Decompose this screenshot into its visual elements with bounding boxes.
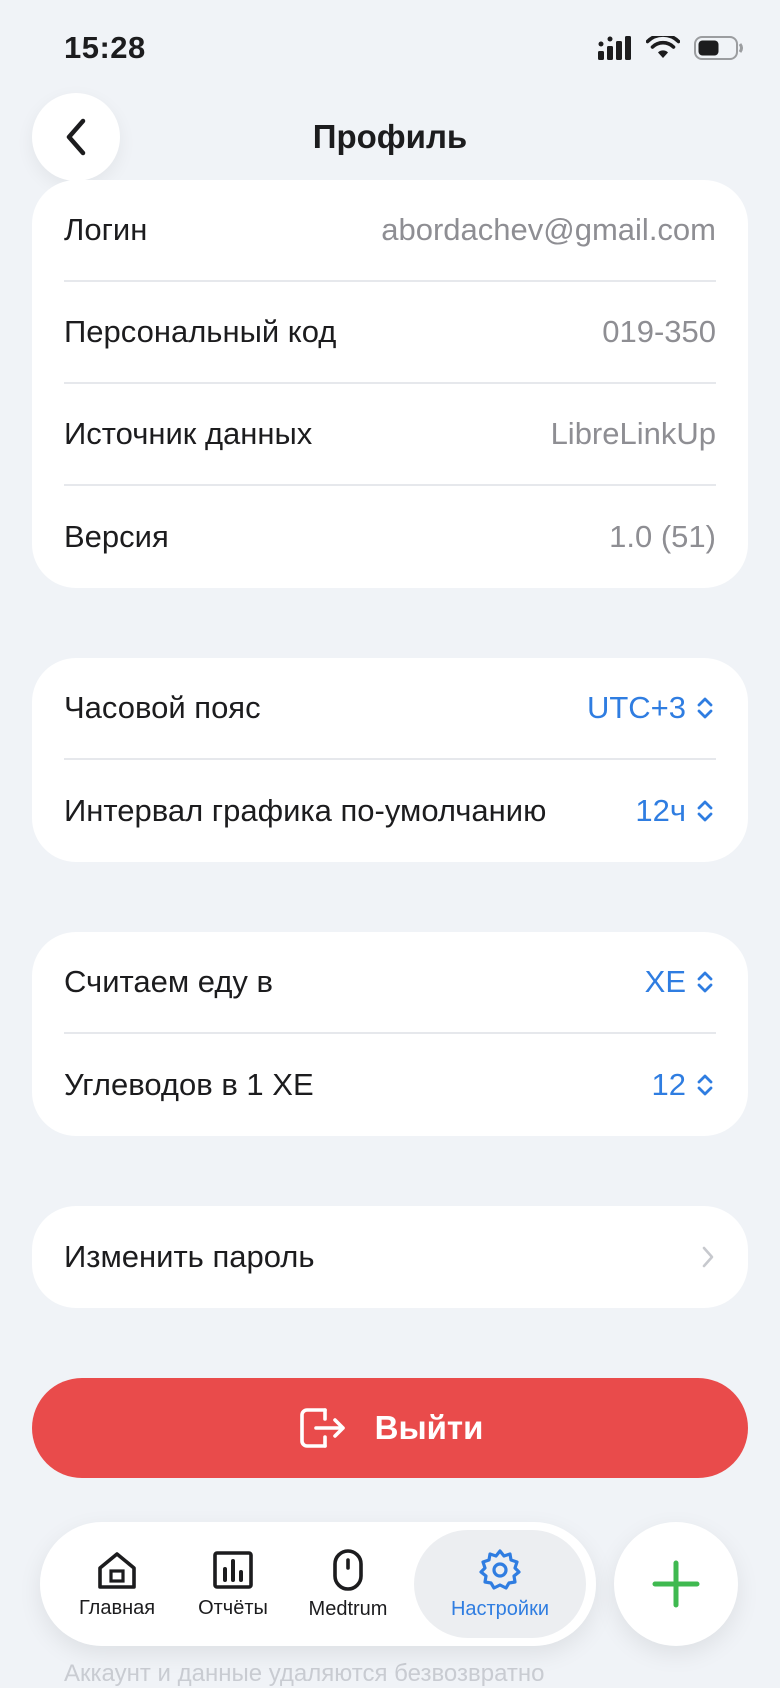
personal-code-row: Персональный код 019-350	[64, 282, 716, 384]
chart-icon	[213, 1550, 253, 1589]
chevron-up-down-icon	[697, 1074, 713, 1096]
tab-settings-label: Настройки	[450, 1597, 550, 1620]
data-source-value: LibreLinkUp	[550, 416, 716, 451]
gear-icon	[479, 1548, 521, 1590]
tab-medtrum-label: Medtrum	[308, 1597, 388, 1620]
delete-account-hint: Аккаунт и данные удаляются безвозвратно	[64, 1660, 545, 1687]
login-value: abordachev@gmail.com	[381, 212, 716, 247]
timezone-picker[interactable]: UTC+3	[587, 690, 716, 726]
chevron-up-down-icon	[697, 971, 713, 993]
chevron-up-down-icon	[697, 697, 713, 719]
personal-code-value: 019-350	[602, 314, 716, 349]
tab-bar: Главная Отчёты Medtrum Настройки	[40, 1522, 596, 1646]
carbs-per-unit-picker[interactable]: 12	[652, 1067, 716, 1103]
tab-home-label: Главная	[78, 1596, 156, 1619]
change-password-row[interactable]: Изменить пароль	[64, 1206, 716, 1308]
chart-interval-picker[interactable]: 12ч	[635, 793, 716, 829]
food-unit-picker[interactable]: ХЕ	[645, 964, 716, 1000]
tab-home[interactable]: Главная	[60, 1530, 174, 1638]
wifi-icon	[646, 36, 680, 58]
tab-reports[interactable]: Отчёты	[178, 1530, 288, 1638]
add-button[interactable]	[614, 1522, 738, 1646]
carbs-per-unit-row[interactable]: Углеводов в 1 ХЕ 12	[64, 1034, 716, 1136]
plus-icon	[652, 1560, 700, 1608]
carbs-per-unit-value: 12	[651, 1067, 686, 1102]
data-source-row: Источник данных LibreLinkUp	[64, 384, 716, 486]
version-label: Версия	[64, 519, 169, 554]
profile-screen: 15:28 Профиль Логин abordachev@gmail.com…	[0, 0, 780, 1688]
login-row: Логин abordachev@gmail.com	[64, 180, 716, 282]
tab-settings[interactable]: Настройки	[414, 1530, 586, 1638]
chevron-right-icon	[702, 1246, 714, 1268]
status-icons	[598, 36, 744, 60]
login-label: Логин	[64, 212, 148, 247]
chart-interval-value: 12ч	[635, 793, 686, 828]
carbs-per-unit-label: Углеводов в 1 ХЕ	[64, 1067, 314, 1102]
time-settings-card: Часовой пояс UTC+3 Интервал графика по-у…	[32, 658, 748, 862]
change-password-label: Изменить пароль	[64, 1239, 315, 1274]
status-bar: 15:28	[0, 0, 780, 100]
device-icon	[333, 1548, 363, 1591]
logout-icon	[299, 1408, 345, 1448]
page-title: Профиль	[312, 118, 468, 155]
personal-code-label: Персональный код	[64, 314, 337, 349]
food-unit-label: Считаем еду в	[64, 964, 273, 999]
tab-medtrum[interactable]: Medtrum	[292, 1530, 404, 1638]
account-info-card: Логин abordachev@gmail.com Персональный …	[32, 180, 748, 588]
home-icon	[98, 1551, 136, 1589]
version-value: 1.0 (51)	[609, 519, 716, 554]
tab-reports-label: Отчёты	[198, 1596, 268, 1619]
battery-icon	[694, 36, 743, 60]
chart-interval-label: Интервал графика по-умолчанию	[64, 793, 547, 828]
timezone-label: Часовой пояс	[64, 690, 261, 725]
data-source-label: Источник данных	[64, 416, 313, 451]
food-settings-card: Считаем еду в ХЕ Углеводов в 1 ХЕ 12	[32, 932, 748, 1136]
logout-button[interactable]: Выйти	[32, 1378, 748, 1478]
logout-label: Выйти	[374, 1409, 484, 1446]
timezone-row[interactable]: Часовой пояс UTC+3	[64, 658, 716, 760]
change-password-card[interactable]: Изменить пароль	[32, 1206, 748, 1308]
chevron-up-down-icon	[697, 800, 713, 822]
cellular-signal-icon	[598, 36, 631, 60]
status-time: 15:28	[64, 30, 146, 65]
food-unit-row[interactable]: Считаем еду в ХЕ	[64, 932, 716, 1034]
food-unit-value: ХЕ	[644, 964, 686, 999]
version-row: Версия 1.0 (51)	[64, 486, 716, 588]
timezone-value: UTC+3	[586, 690, 686, 725]
chart-interval-row[interactable]: Интервал графика по-умолчанию 12ч	[64, 760, 716, 862]
